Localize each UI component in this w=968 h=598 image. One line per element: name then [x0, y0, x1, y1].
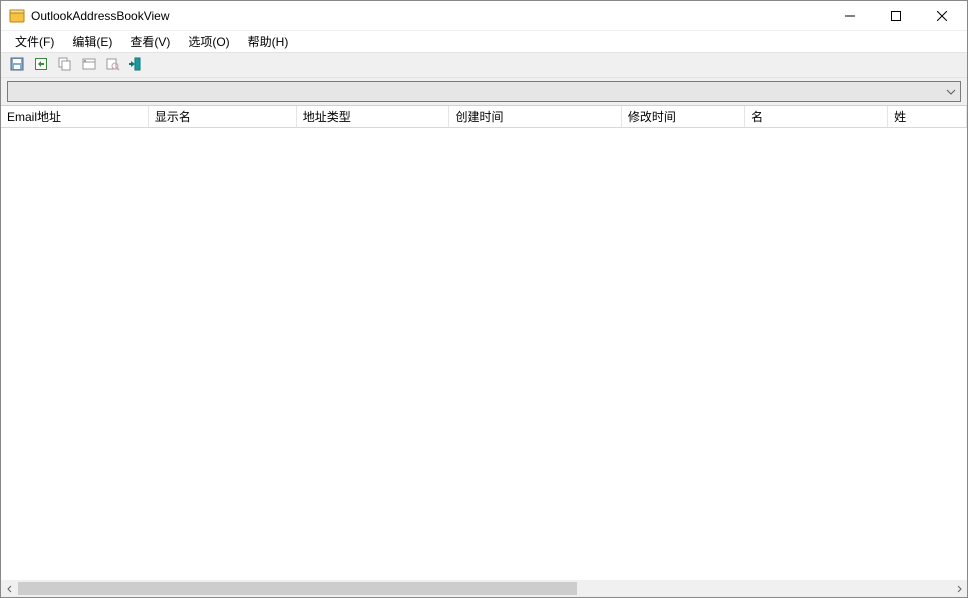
- close-button[interactable]: [919, 1, 965, 30]
- address-book-combobox[interactable]: [7, 81, 961, 102]
- scrollbar-track[interactable]: [18, 580, 950, 597]
- titlebar: OutlookAddressBookView: [1, 1, 967, 31]
- exit-button[interactable]: [127, 55, 147, 75]
- window-controls: [827, 1, 965, 30]
- listview-body[interactable]: [1, 128, 967, 580]
- column-header-displayname[interactable]: 显示名: [149, 106, 297, 127]
- column-header-lastname[interactable]: 姓: [888, 106, 967, 127]
- properties-button[interactable]: [79, 55, 99, 75]
- window-title: OutlookAddressBookView: [31, 9, 827, 23]
- column-header-email[interactable]: Email地址: [1, 106, 149, 127]
- copy-button[interactable]: [55, 55, 75, 75]
- save-button[interactable]: [7, 55, 27, 75]
- menubar: 文件(F) 编辑(E) 查看(V) 选项(O) 帮助(H): [1, 31, 967, 52]
- address-listview: Email地址 显示名 地址类型 创建时间 修改时间 名 姓: [1, 106, 967, 597]
- horizontal-scrollbar[interactable]: [1, 580, 967, 597]
- column-header-addresstype[interactable]: 地址类型: [297, 106, 450, 127]
- refresh-icon: [33, 56, 49, 75]
- app-icon: [9, 8, 25, 24]
- scroll-left-arrow-icon[interactable]: [1, 580, 18, 597]
- minimize-button[interactable]: [827, 1, 873, 30]
- find-button[interactable]: [103, 55, 123, 75]
- copy-icon: [57, 56, 73, 75]
- menu-edit[interactable]: 编辑(E): [64, 32, 120, 51]
- column-header-created[interactable]: 创建时间: [449, 106, 621, 127]
- menu-view[interactable]: 查看(V): [122, 32, 178, 51]
- listview-header: Email地址 显示名 地址类型 创建时间 修改时间 名 姓: [1, 106, 967, 128]
- column-header-firstname[interactable]: 名: [745, 106, 888, 127]
- column-header-modified[interactable]: 修改时间: [622, 106, 745, 127]
- save-icon: [9, 56, 25, 75]
- menu-help[interactable]: 帮助(H): [240, 32, 297, 51]
- scroll-right-arrow-icon[interactable]: [950, 580, 967, 597]
- maximize-button[interactable]: [873, 1, 919, 30]
- scrollbar-thumb[interactable]: [18, 582, 577, 595]
- toolbar: [1, 52, 967, 78]
- chevron-down-icon: [942, 83, 959, 100]
- menu-options[interactable]: 选项(O): [180, 32, 237, 51]
- refresh-button[interactable]: [31, 55, 51, 75]
- properties-icon: [81, 56, 97, 75]
- menu-file[interactable]: 文件(F): [7, 32, 62, 51]
- find-icon: [105, 56, 121, 75]
- address-book-selector-row: [1, 78, 967, 106]
- exit-icon: [129, 56, 145, 75]
